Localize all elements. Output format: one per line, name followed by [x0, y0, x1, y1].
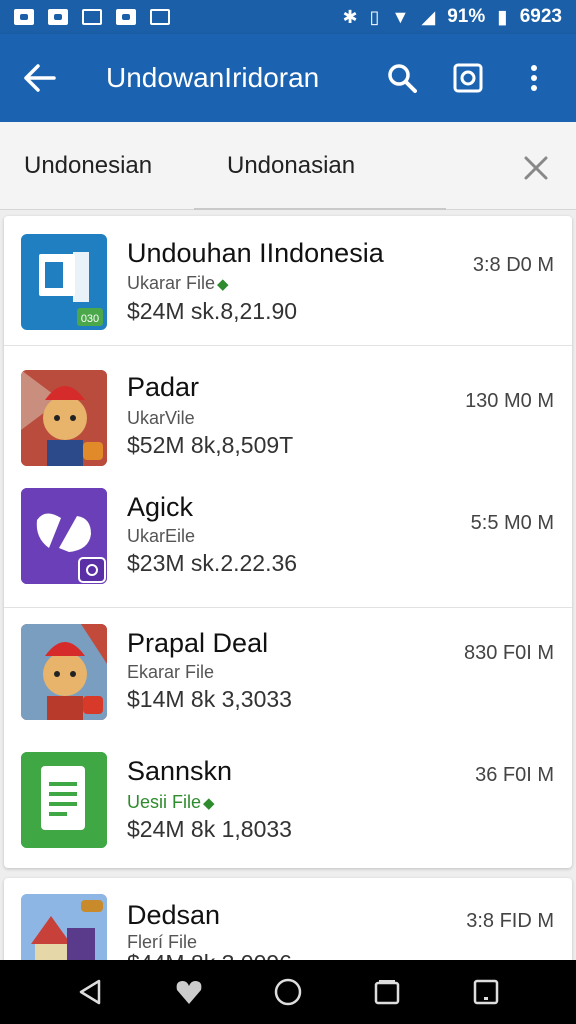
verified-icon: ◆ — [217, 276, 229, 293]
more-vert-icon[interactable] — [510, 54, 558, 102]
close-icon[interactable] — [514, 146, 558, 190]
status-time: 6923 — [519, 6, 562, 27]
office-document-icon: 030 — [21, 234, 107, 330]
app-sub: Ekarar File — [127, 662, 215, 682]
chat-bubble-icon — [21, 488, 107, 584]
page-title: UndowanIridoran — [106, 62, 320, 93]
app-sub: Ukarar File ◆ — [127, 273, 229, 293]
app-name: Dedsan — [127, 900, 221, 930]
app-price: $14M 8k 3,3033 — [127, 686, 292, 712]
camera-icon[interactable] — [444, 54, 492, 102]
navigation-bar — [0, 960, 576, 1024]
battery-icon: ▮ — [497, 6, 508, 28]
app-badge: 030 — [81, 313, 99, 325]
favorite-icon[interactable] — [161, 964, 217, 1020]
app-size: 36 F0I M — [475, 764, 554, 786]
app-name: Sannskn — [127, 756, 233, 786]
spreadsheet-icon — [21, 752, 107, 848]
nav-square-icon[interactable] — [458, 964, 514, 1020]
image-notification-icon — [14, 9, 34, 25]
app-price: $24M 8k 1,8033 — [127, 816, 292, 842]
nav-back-icon[interactable] — [62, 964, 118, 1020]
app-bar: UndowanIridoran — [0, 34, 576, 122]
app-sub: Uesii File ◆ — [127, 792, 215, 812]
tab-undonasian[interactable]: Undonasian — [194, 122, 446, 210]
list-item[interactable]: Padar UkarVile $52M 8k,8,509T 130 M0 M — [4, 352, 572, 482]
verified-icon: ◆ — [203, 795, 215, 812]
wifi-icon: ▼ — [391, 6, 410, 27]
signal-icon: ◢ — [421, 6, 436, 27]
list-item[interactable]: Sannskn Uesii File ◆ $24M 8k 1,8033 36 F0… — [4, 734, 572, 864]
app-price: $24M sk.8,21.90 — [127, 298, 298, 324]
app-name: Agick — [127, 492, 194, 522]
app-sub: UkarVile — [127, 408, 195, 428]
app-size: 830 F0I M — [463, 642, 554, 664]
app-name: Prapal Deal — [127, 628, 269, 658]
nav-home-icon[interactable] — [260, 964, 316, 1020]
app-size: 5:5 M0 M — [470, 512, 554, 534]
app-list-card: 030 Undouhan IIndonesia Ukarar File ◆ $24… — [4, 216, 572, 868]
list-item[interactable]: Prapal Deal Ekarar File $14M 8k 3,3033 8… — [4, 608, 572, 738]
status-bar: ✱ ▯ ▼ ◢ 91% ▮ 6923 — [0, 0, 576, 34]
cartoon-fox-icon — [21, 370, 107, 466]
list-item[interactable]: 030 Undouhan IIndonesia Ukarar File ◆ $24… — [4, 216, 572, 346]
app-size: 3:8 FID M — [466, 910, 554, 932]
app-sub: UkarEile — [127, 526, 196, 546]
app-price: $52M 8k,8,509T — [127, 432, 294, 458]
message-notification-icon — [48, 9, 68, 25]
battery-text: 91% — [447, 6, 486, 27]
gallery-notification-icon — [82, 9, 102, 25]
app-name: Undouhan IIndonesia — [127, 238, 384, 268]
app-name: Padar — [127, 372, 200, 402]
nav-recents-icon[interactable] — [359, 964, 415, 1020]
app-size: 130 M0 M — [465, 390, 554, 412]
search-icon[interactable] — [378, 54, 426, 102]
list-item[interactable]: Agick UkarEile $23M sk.2.22.36 5:5 M0 M — [4, 478, 572, 608]
lock-notification-icon — [150, 9, 170, 25]
vibrate-icon: ▯ — [369, 6, 380, 27]
app-notification-icon — [116, 9, 136, 25]
tab-bar: Undonesian Undonasian — [0, 122, 576, 210]
back-arrow-icon[interactable] — [18, 56, 62, 100]
tab-undonesian[interactable]: Undonesian — [24, 152, 152, 180]
app-size: 3:8 D0 M — [472, 254, 554, 276]
bluetooth-icon: ✱ — [342, 6, 358, 27]
app-price: $23M sk.2.22.36 — [127, 550, 298, 576]
cartoon-fox-icon — [21, 624, 107, 720]
